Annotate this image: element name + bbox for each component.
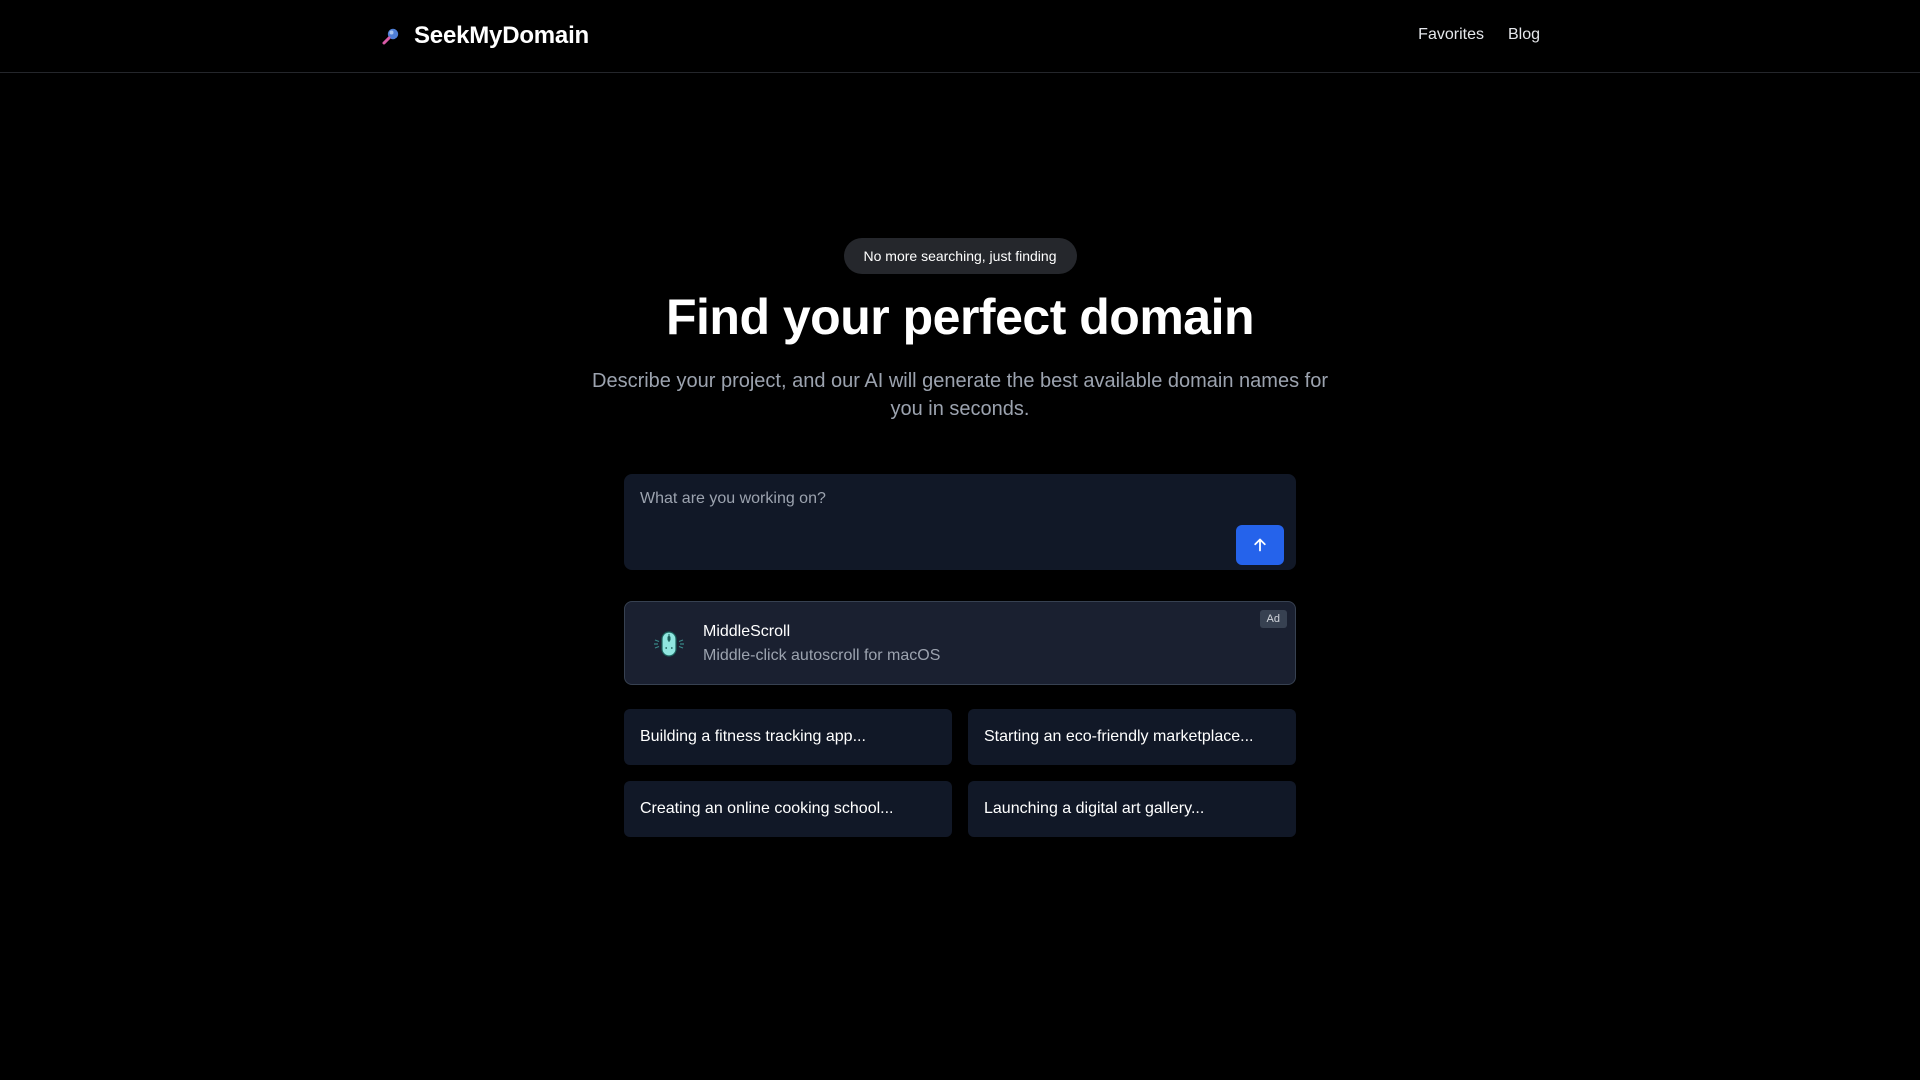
arrow-up-icon [1254,538,1266,552]
top-nav: Favorites Blog [1418,24,1540,46]
submit-button[interactable] [1236,525,1284,565]
example-prompt-fitness-app[interactable]: Building a fitness tracking app... [624,709,952,765]
brand-name: SeekMyDomain [414,22,589,49]
tagline-badge: No more searching, just finding [843,238,1077,274]
project-search-box [624,474,1296,570]
page-title: Find your perfect domain [665,289,1255,345]
site-header: SeekMyDomain Favorites Blog [0,0,1920,73]
nav-link-blog[interactable]: Blog [1508,24,1540,46]
brand-logo-link[interactable]: SeekMyDomain [380,21,589,51]
example-prompts-grid: Building a fitness tracking app... Start… [624,709,1296,837]
nav-link-favorites[interactable]: Favorites [1418,24,1484,46]
magnifier-logo-icon [382,28,399,45]
ad-badge: Ad [1259,610,1287,628]
page-subtitle: Describe your project, and our AI will g… [592,370,1328,420]
project-description-input[interactable] [624,474,1296,570]
ad-title: MiddleScroll [703,623,791,640]
example-prompt-cooking-school[interactable]: Creating an online cooking school... [624,781,952,837]
sponsored-ad-card[interactable]: MiddleScroll Middle-click autoscroll for… [624,601,1296,685]
example-prompt-art-gallery[interactable]: Launching a digital art gallery... [968,781,1296,837]
example-prompt-eco-marketplace[interactable]: Starting an eco-friendly marketplace... [968,709,1296,765]
ad-description: Middle-click autoscroll for macOS [703,647,941,664]
mouse-icon [654,631,684,657]
hero-section: No more searching, just finding Find you… [0,238,1920,423]
